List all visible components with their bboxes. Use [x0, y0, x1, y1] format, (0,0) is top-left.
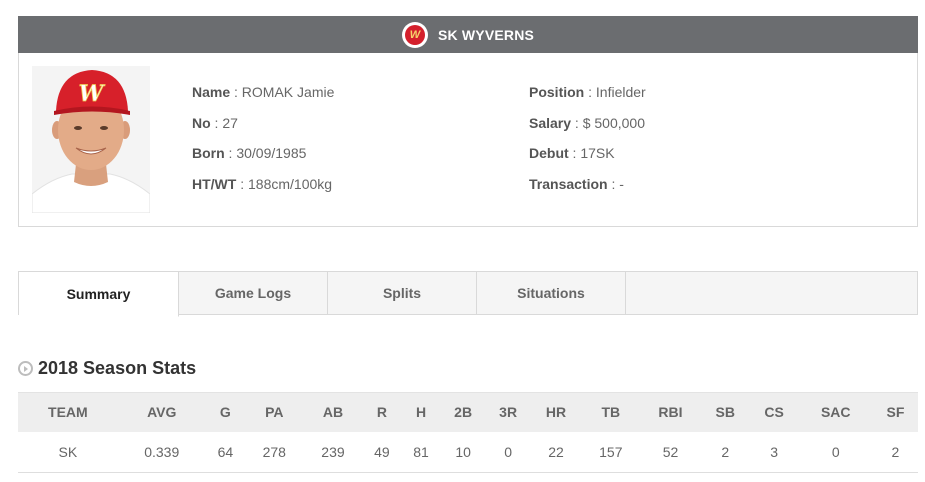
circle-arrow-icon	[18, 361, 33, 376]
table-header-row: TEAM AVG G PA AB R H 2B 3R HR TB RBI SB …	[18, 392, 918, 432]
team-header: W SK WYVERNS	[18, 16, 918, 53]
cell-sf: 2	[872, 431, 918, 473]
svg-text:W: W	[79, 81, 106, 107]
col-pa: PA	[244, 392, 304, 432]
cell-sac: 0	[798, 431, 873, 473]
team-logo-icon: W	[401, 21, 428, 48]
info-salary: Salary : $ 500,000	[529, 114, 645, 131]
col-hr: HR	[530, 392, 582, 432]
player-info-right: Position : Infielder Salary : $ 500,000 …	[529, 84, 646, 206]
table-row: SK 0.339 64 278 239 49 81 10 0 22 157 52…	[18, 431, 918, 473]
col-ab: AB	[303, 392, 363, 432]
col-cs: CS	[749, 392, 799, 432]
info-position: Position : Infielder	[529, 84, 646, 100]
cell-2b: 10	[440, 431, 486, 473]
cell-avg: 0.339	[117, 431, 206, 473]
tab-situations[interactable]: Situations	[477, 272, 626, 314]
info-height-weight: HT/WT : 188cm/100kg	[192, 175, 333, 192]
cell-hr: 22	[530, 431, 582, 473]
col-tb: TB	[581, 392, 641, 432]
cell-g: 64	[205, 431, 245, 473]
col-rbi: RBI	[640, 392, 701, 432]
info-debut: Debut : 17SK	[529, 145, 615, 161]
season-stats-table: TEAM AVG G PA AB R H 2B 3R HR TB RBI SB …	[18, 392, 918, 473]
tab-game-logs[interactable]: Game Logs	[179, 272, 328, 314]
team-name: SK WYVERNS	[437, 26, 535, 43]
cell-3r: 0	[485, 431, 531, 473]
col-2b: 2B	[440, 392, 486, 432]
tab-splits[interactable]: Splits	[328, 272, 477, 314]
cell-rbi: 52	[640, 431, 701, 473]
col-avg: AVG	[117, 392, 206, 432]
cell-team: SK	[18, 431, 118, 473]
tab-bar-filler	[626, 272, 917, 314]
cell-r: 49	[362, 431, 402, 473]
col-h: H	[401, 392, 441, 432]
stats-tabs: Summary Game Logs Splits Situations	[18, 271, 918, 317]
cell-ab: 239	[303, 431, 363, 473]
player-photo: W	[32, 66, 150, 213]
col-team: TEAM	[18, 392, 118, 432]
info-born: Born : 30/09/1985	[192, 145, 307, 161]
cell-pa: 278	[244, 431, 304, 473]
col-g: G	[205, 392, 245, 432]
col-sac: SAC	[798, 392, 873, 432]
cell-tb: 157	[581, 431, 641, 473]
col-3r: 3R	[485, 392, 531, 432]
col-sb: SB	[700, 392, 750, 432]
cell-h: 81	[401, 431, 441, 473]
tab-summary[interactable]: Summary	[19, 272, 179, 317]
player-profile: W Name : ROMAK Jamie No : 27 Born : 30/0…	[18, 53, 918, 227]
info-name: Name : ROMAK Jamie	[192, 84, 335, 100]
section-title: 2018 Season Stats	[18, 358, 196, 379]
col-sf: SF	[872, 392, 918, 432]
player-info-left: Name : ROMAK Jamie No : 27 Born : 30/09/…	[192, 84, 334, 206]
cell-cs: 3	[749, 431, 799, 473]
section-title-text: 2018 Season Stats	[38, 358, 197, 378]
info-number: No : 27	[192, 114, 238, 131]
col-r: R	[362, 392, 402, 432]
info-transaction: Transaction : -	[529, 175, 624, 192]
cell-sb: 2	[700, 431, 750, 473]
